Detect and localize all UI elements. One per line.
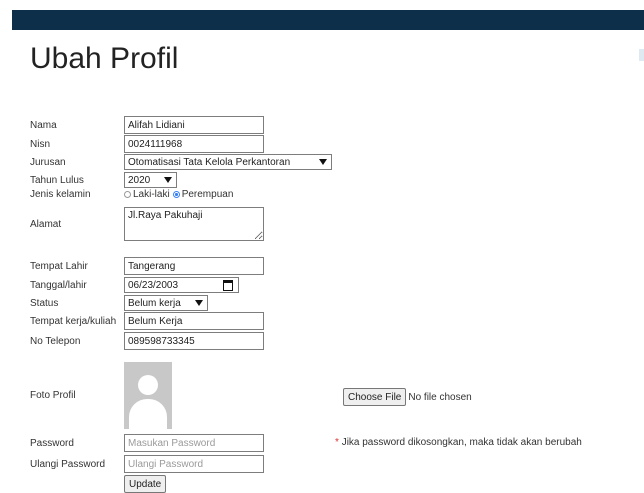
ulangi-password-input[interactable] bbox=[124, 455, 264, 473]
nama-label: Nama bbox=[30, 119, 57, 131]
nisn-row: Nisn bbox=[30, 135, 264, 153]
tempat-kerja-input[interactable] bbox=[124, 312, 264, 330]
jenis-kelamin-row: Jenis kelamin Laki-laki Perempuan bbox=[30, 189, 235, 200]
jurusan-row: Jurusan Otomatisasi Tata Kelola Perkanto… bbox=[30, 154, 332, 170]
tempat-lahir-label: Tempat Lahir bbox=[30, 260, 88, 272]
file-upload-control: Choose File No file chosen bbox=[343, 388, 472, 406]
password-label: Password bbox=[30, 437, 74, 449]
alamat-row: Alamat Jl.Raya Pakuhaji bbox=[30, 207, 264, 241]
tahun-lulus-label: Tahun Lulus bbox=[30, 174, 84, 186]
page-title: Ubah Profil bbox=[30, 42, 179, 75]
tahun-lulus-row: Tahun Lulus 2020 bbox=[30, 172, 177, 188]
gender-radio-group: Laki-laki Perempuan bbox=[124, 189, 235, 200]
jurusan-label: Jurusan bbox=[30, 156, 66, 168]
partially-visible-control bbox=[639, 49, 644, 61]
avatar bbox=[124, 362, 172, 429]
ulangi-password-row: Ulangi Password bbox=[30, 455, 264, 473]
alamat-textarea[interactable]: Jl.Raya Pakuhaji bbox=[124, 207, 264, 241]
status-select[interactable]: Belum kerja bbox=[124, 295, 208, 311]
gender-option-label: Laki-laki bbox=[133, 189, 170, 200]
jenis-kelamin-label: Jenis kelamin bbox=[30, 189, 91, 200]
nisn-label: Nisn bbox=[30, 138, 51, 150]
password-input[interactable] bbox=[124, 434, 264, 452]
status-selected-value: Belum kerja bbox=[128, 297, 181, 309]
tanggal-lahir-value: 06/23/2003 bbox=[128, 279, 179, 291]
password-note: * Jika password dikosongkan, maka tidak … bbox=[335, 437, 582, 448]
tempat-kerja-row: Tempat kerja/kuliah bbox=[30, 312, 264, 330]
tempat-lahir-row: Tempat Lahir bbox=[30, 257, 264, 275]
file-status-text: No file chosen bbox=[408, 391, 472, 403]
tanggal-lahir-row: Tanggal/lahir 06/23/2003 bbox=[30, 277, 239, 293]
tanggal-lahir-date-input[interactable]: 06/23/2003 bbox=[124, 277, 239, 293]
no-telepon-input[interactable] bbox=[124, 332, 264, 350]
password-note-marker: * bbox=[335, 437, 339, 448]
tahun-lulus-selected-value: 2020 bbox=[128, 174, 151, 186]
calendar-icon[interactable] bbox=[223, 279, 233, 291]
foto-profil-row: Foto Profil bbox=[30, 362, 172, 429]
status-row: Status Belum kerja bbox=[30, 295, 208, 311]
tempat-kerja-label: Tempat kerja/kuliah bbox=[30, 315, 117, 327]
ulangi-password-label: Ulangi Password bbox=[30, 458, 106, 470]
nama-input[interactable] bbox=[124, 116, 264, 134]
avatar-body-icon bbox=[129, 399, 167, 429]
choose-file-button[interactable]: Choose File bbox=[343, 388, 407, 406]
avatar-head-icon bbox=[138, 375, 158, 395]
no-telepon-label: No Telepon bbox=[30, 335, 81, 347]
top-navigation-bar bbox=[12, 10, 644, 30]
no-telepon-row: No Telepon bbox=[30, 332, 264, 350]
password-note-text: Jika password dikosongkan, maka tidak ak… bbox=[341, 437, 582, 448]
alamat-label: Alamat bbox=[30, 218, 62, 230]
status-label: Status bbox=[30, 297, 59, 309]
gender-radio-perempuan[interactable]: Perempuan bbox=[172, 189, 234, 200]
password-row: Password bbox=[30, 434, 264, 452]
tempat-lahir-input[interactable] bbox=[124, 257, 264, 275]
radio-checked-icon bbox=[172, 191, 180, 198]
gender-radio-laki-laki[interactable]: Laki-laki bbox=[124, 189, 170, 200]
nisn-input[interactable] bbox=[124, 135, 264, 153]
tahun-lulus-select[interactable]: 2020 bbox=[124, 172, 177, 188]
foto-profil-label: Foto Profil bbox=[30, 390, 76, 401]
jurusan-selected-value: Otomatisasi Tata Kelola Perkantoran bbox=[128, 156, 291, 168]
gender-option-label: Perempuan bbox=[181, 189, 234, 200]
nama-row: Nama bbox=[30, 116, 264, 134]
jurusan-select[interactable]: Otomatisasi Tata Kelola Perkantoran bbox=[124, 154, 332, 170]
radio-unchecked-icon bbox=[124, 191, 131, 198]
update-row: Update bbox=[124, 475, 167, 493]
tanggal-lahir-label: Tanggal/lahir bbox=[30, 279, 87, 291]
update-button[interactable]: Update bbox=[124, 475, 167, 493]
